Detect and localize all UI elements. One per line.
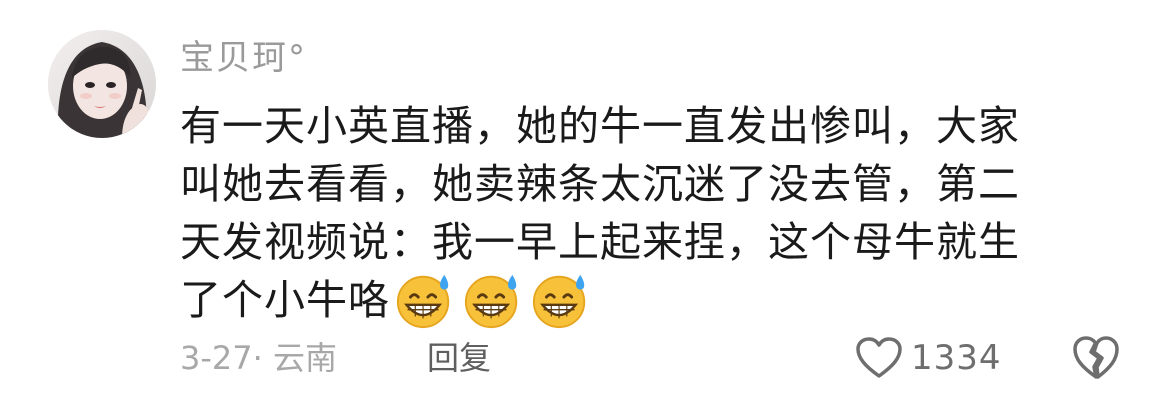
grinning-sweat-emoji-icon xyxy=(396,274,450,329)
comment-text-line: 了个小牛咯 xyxy=(180,276,390,324)
username[interactable]: 宝贝珂° xyxy=(180,36,307,80)
emoji-row xyxy=(394,269,592,331)
like-count: 1334 xyxy=(911,338,1002,378)
grinning-sweat-emoji-icon xyxy=(532,274,586,329)
comment-date-location: 3-27· 云南 xyxy=(180,339,337,377)
broken-heart-outline-icon xyxy=(1073,336,1119,379)
like-button[interactable]: 1334 xyxy=(855,332,1002,384)
comment-item: 宝贝珂° 有一天小英直播，她的牛一直发出惨叫，大家 叫她去看看，她卖辣条太沉迷了… xyxy=(0,0,1170,410)
comment-text-line-last: 了个小牛咯 xyxy=(180,271,1100,334)
reply-button[interactable]: 回复 xyxy=(427,336,491,380)
comment-text-line: 天发视频说：我一早上起来捏，这个母牛就生 xyxy=(180,218,1020,266)
dislike-button[interactable] xyxy=(1071,334,1121,382)
avatar-image xyxy=(48,30,156,138)
comment-text: 有一天小英直播，她的牛一直发出惨叫，大家 叫她去看看，她卖辣条太沉迷了没去管，第… xyxy=(180,97,1100,334)
heart-outline-icon xyxy=(856,337,902,378)
comment-text-line: 叫她去看看，她卖辣条太沉迷了没去管，第二 xyxy=(180,160,1020,208)
comment-text-line: 有一天小英直播，她的牛一直发出惨叫，大家 xyxy=(180,102,1020,150)
grinning-sweat-emoji-icon xyxy=(464,274,518,329)
avatar[interactable] xyxy=(48,30,156,138)
